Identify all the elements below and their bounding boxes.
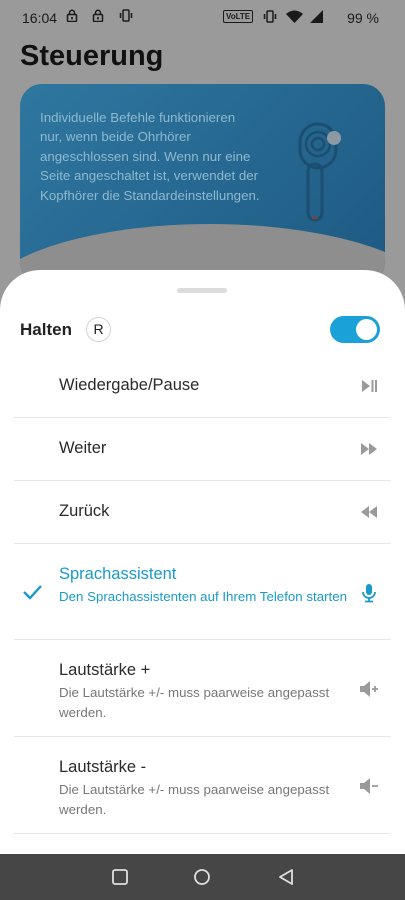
item-description: Den Sprachassistenten auf Ihrem Telefon … <box>59 589 348 604</box>
list-item-play-pause[interactable]: Wiedergabe/Pause <box>0 354 405 418</box>
checkmark-icon <box>23 585 42 600</box>
lock-icon <box>66 9 78 23</box>
fast-forward-icon <box>361 443 377 455</box>
info-text: Individuelle Befehle funktionieren nur, … <box>40 110 260 203</box>
lock-icon <box>92 9 103 23</box>
volume-down-icon <box>360 778 378 794</box>
hold-toggle[interactable] <box>330 316 380 343</box>
play-pause-icon <box>362 380 377 392</box>
side-badge: R <box>86 317 111 342</box>
sheet-header: Halten R <box>20 316 385 346</box>
action-list: Wiedergabe/Pause Weiter Zurück Sprachass… <box>0 354 405 834</box>
sheet-drag-handle[interactable] <box>177 288 227 293</box>
item-label: Zurück <box>59 502 110 520</box>
vibrate-icon <box>263 10 276 23</box>
info-card: Individuelle Befehle funktionieren nur, … <box>20 84 385 284</box>
item-label: Wiedergabe/Pause <box>59 376 200 394</box>
rewind-icon <box>361 506 377 518</box>
notification-icons <box>66 9 133 24</box>
status-bar: 16:04 VoLTE 99 % <box>0 0 405 36</box>
volte-badge: VoLTE <box>222 10 254 23</box>
item-label: Weiter <box>59 439 107 457</box>
toggle-knob <box>356 319 377 340</box>
recents-button[interactable] <box>110 867 130 887</box>
item-label: Lautstärke - <box>59 758 147 776</box>
list-item-volume-down[interactable]: Lautstärke - Die Lautstärke +/- muss paa… <box>0 736 405 834</box>
vibrate-icon <box>120 9 133 22</box>
back-button[interactable] <box>276 867 296 887</box>
list-item-voice-assistant[interactable]: Sprachassistent Den Sprachassistenten au… <box>0 543 405 640</box>
action-bottom-sheet: Halten R Wiedergabe/Pause Weiter Zurück … <box>0 270 405 854</box>
list-item-volume-up[interactable]: Lautstärke + Die Lautstärke +/- muss paa… <box>0 639 405 737</box>
list-item-next[interactable]: Weiter <box>0 417 405 481</box>
signal-icon <box>310 10 323 23</box>
item-label: Lautstärke + <box>59 661 151 679</box>
navigation-bar <box>0 854 405 900</box>
home-button[interactable] <box>192 867 212 887</box>
status-time: 16:04 <box>22 10 58 26</box>
item-description: Die Lautstärke +/- muss paarweise angepa… <box>59 782 330 817</box>
microphone-icon <box>362 584 376 603</box>
volume-up-icon <box>360 681 378 697</box>
system-icons: VoLTE <box>222 9 323 24</box>
earbud-icon <box>298 122 341 222</box>
item-label: Sprachassistent <box>59 565 177 583</box>
list-item-previous[interactable]: Zurück <box>0 480 405 544</box>
sheet-title: Halten <box>20 320 72 339</box>
item-description: Die Lautstärke +/- muss paarweise angepa… <box>59 685 330 720</box>
battery-level: 99 % <box>347 10 379 26</box>
page-title: Steuerung <box>20 40 164 72</box>
wifi-icon <box>286 10 304 23</box>
